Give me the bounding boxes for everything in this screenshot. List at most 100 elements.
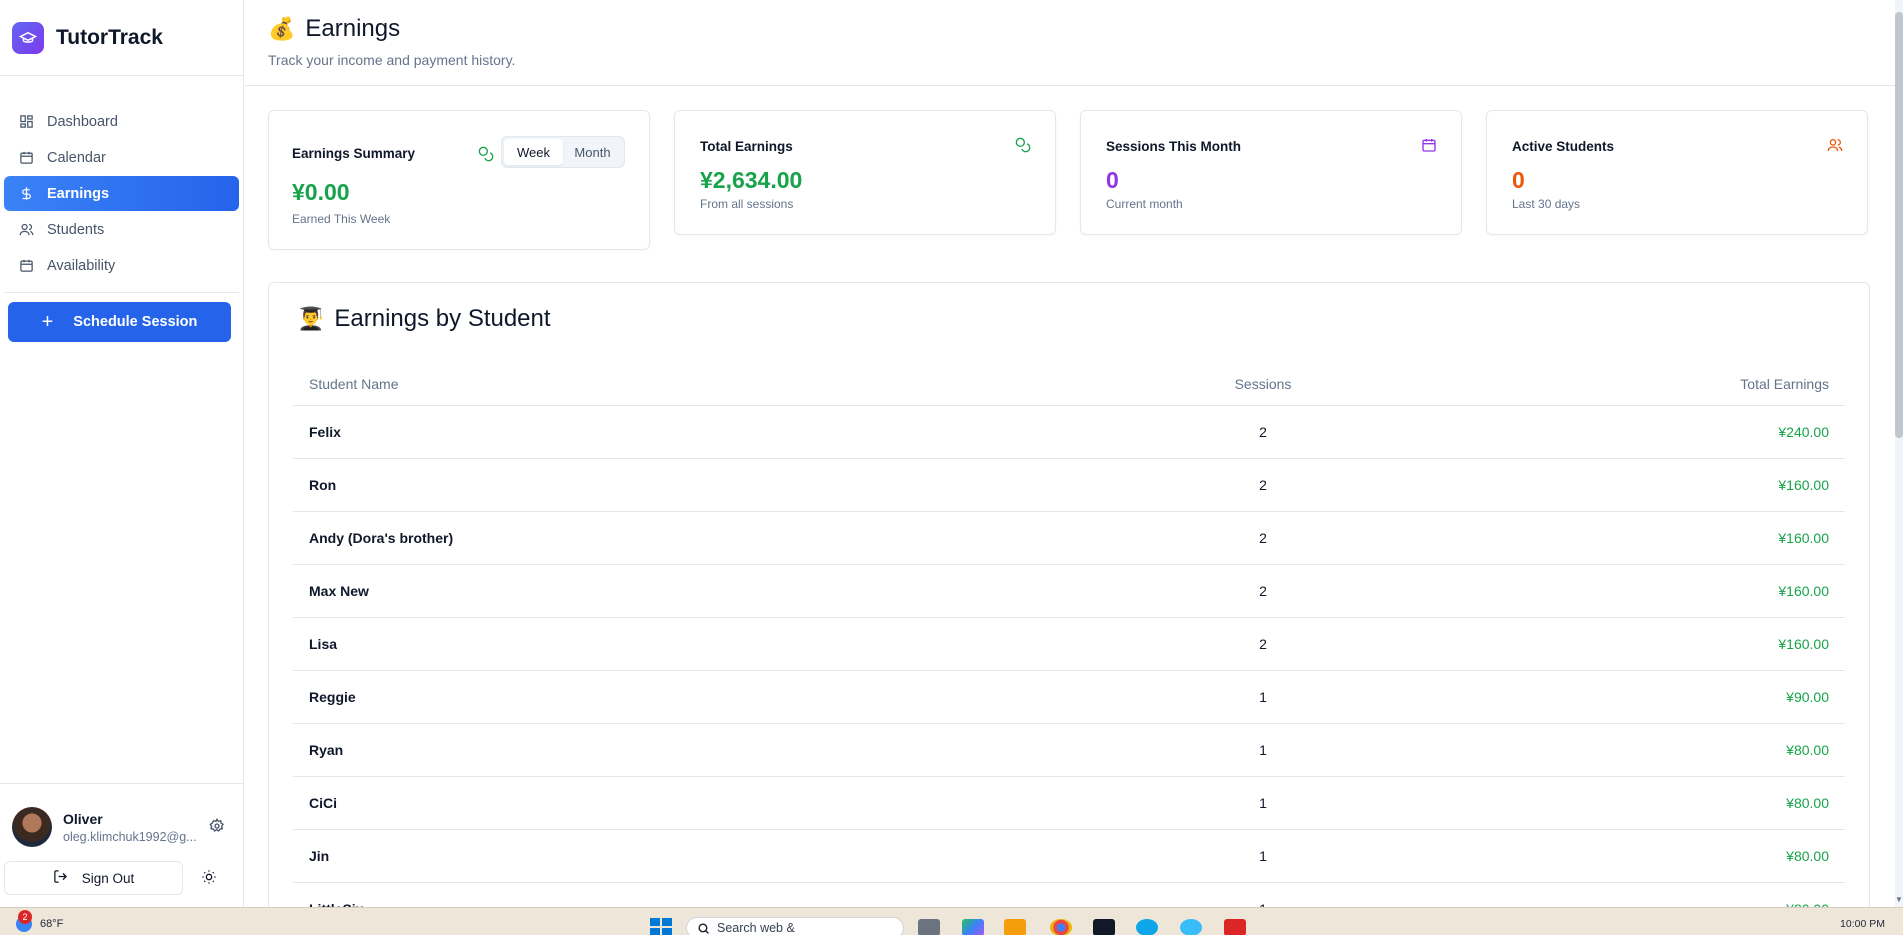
student-name-cell: CiCi [293,776,1147,830]
pdf-reader-icon[interactable] [1224,919,1246,935]
card-subtitle: Current month [1106,197,1183,211]
taskbar-search-placeholder: Search web & [717,921,795,935]
user-profile[interactable]: Oliver oleg.klimchuk1992@g... [0,806,244,848]
toggle-week[interactable]: Week [504,139,563,165]
windows-start-icon[interactable] [650,918,672,935]
earnings-by-student-card: 👨‍🎓 Earnings by Student Student Name Ses… [268,282,1870,935]
scroll-down-arrow-icon[interactable]: ▼ [1895,895,1903,907]
card-title: Active Students [1512,139,1615,154]
total-earnings-cell: ¥90.00 [1379,670,1845,724]
avatar [12,807,52,847]
sessions-cell: 1 [1146,670,1380,724]
table-row[interactable]: Reggie 1 ¥90.00 [293,670,1845,724]
telegram-icon[interactable] [1180,919,1202,935]
student-name-cell: Ryan [293,723,1147,777]
user-panel: Oliver oleg.klimchuk1992@g... Sign Out [0,783,244,907]
search-icon [698,922,709,934]
gear-icon[interactable] [209,818,227,836]
app-icon[interactable] [1136,919,1158,935]
os-taskbar: 2 68°F Search web & 10:00 PM [0,907,1903,935]
money-bag-icon: 💰 [268,16,296,41]
dashboard-grid-icon [16,112,36,132]
main-content: 💰 Earnings Track your income and payment… [245,0,1895,935]
sidebar-nav: Dashboard Calendar Earnings Students Ava… [0,76,243,342]
copilot-icon[interactable] [962,919,984,935]
total-earnings-cell: ¥80.00 [1379,829,1845,883]
card-subtitle: From all sessions [700,197,794,211]
sessions-cell: 1 [1146,776,1380,830]
card-title: Total Earnings [700,139,793,154]
user-name: Oliver [63,810,103,827]
weather-widget[interactable]: 2 68°F [16,910,63,932]
notification-badge: 2 [18,910,32,924]
page-title: 💰 Earnings [268,15,1895,43]
chrome-icon[interactable] [1050,919,1072,935]
student-name-cell: Jin [293,829,1147,883]
card-value: 0 [1512,167,1525,193]
file-explorer-icon[interactable] [1004,919,1026,935]
student-name-cell: Lisa [293,617,1147,671]
total-earnings-card: Total Earnings ¥2,634.00 From all sessio… [674,110,1056,235]
column-header-total[interactable]: Total Earnings [1379,363,1845,406]
schedule-session-label: Schedule Session [73,314,198,330]
plus-icon: + [41,311,54,333]
total-earnings-cell: ¥160.00 [1379,511,1845,565]
column-header-student[interactable]: Student Name [293,363,1147,406]
dollar-icon [16,184,36,204]
card-value: 0 [1106,167,1119,193]
table-row[interactable]: Lisa 2 ¥160.00 [293,617,1845,671]
earnings-table: Student Name Sessions Total Earnings Fel… [293,363,1845,935]
student-name-cell: Ron [293,458,1147,512]
user-email: oleg.klimchuk1992@g... [63,829,197,844]
period-toggle: Week Month [501,136,625,168]
table-row[interactable]: Ryan 1 ¥80.00 [293,723,1845,777]
clock[interactable]: 10:00 PM [1840,918,1885,930]
taskbar-search[interactable]: Search web & [686,917,904,935]
sidebar-item-label: Calendar [47,149,106,166]
calendar-icon [1421,137,1437,158]
total-earnings-cell: ¥80.00 [1379,776,1845,830]
student-name-cell: Felix [293,405,1147,459]
table-row[interactable]: Felix 2 ¥240.00 [293,405,1845,459]
active-students-card: Active Students 0 Last 30 days [1486,110,1868,235]
sidebar-item-dashboard[interactable]: Dashboard [4,104,239,139]
student-name-cell: Andy (Dora's brother) [293,511,1147,565]
table-row[interactable]: CiCi 1 ¥80.00 [293,776,1845,830]
schedule-session-button[interactable]: + Schedule Session [8,302,231,342]
sidebar-item-label: Students [47,221,105,238]
scroll-thumb[interactable] [1895,12,1903,438]
coins-icon [478,146,494,167]
sessions-month-card: Sessions This Month 0 Current month [1080,110,1462,235]
page-subtitle: Track your income and payment history. [268,52,516,68]
task-view-icon[interactable] [918,919,940,935]
sessions-cell: 1 [1146,829,1380,883]
app-name: TutorTrack [56,25,163,49]
sessions-cell: 2 [1146,511,1380,565]
graduation-cap-icon [12,21,44,54]
sidebar-item-students[interactable]: Students [4,212,239,247]
section-title-text: Earnings by Student [334,305,551,332]
card-title: Sessions This Month [1106,139,1242,154]
toggle-month[interactable]: Month [563,139,622,165]
table-row[interactable]: Ron 2 ¥160.00 [293,458,1845,512]
users-icon [16,220,36,240]
card-value: ¥2,634.00 [700,167,803,193]
table-row[interactable]: Jin 1 ¥80.00 [293,829,1845,883]
table-header-row: Student Name Sessions Total Earnings [293,363,1845,406]
table-row[interactable]: Max New 2 ¥160.00 [293,564,1845,618]
sun-icon[interactable] [201,869,219,887]
sidebar-item-availability[interactable]: Availability [4,248,239,283]
sidebar-item-label: Availability [47,257,116,274]
student-icon: 👨‍🎓 [297,306,325,331]
brand[interactable]: TutorTrack [0,0,243,76]
page-scrollbar[interactable]: ▼ [1895,0,1903,907]
table-row[interactable]: Andy (Dora's brother) 2 ¥160.00 [293,511,1845,565]
sidebar-item-calendar[interactable]: Calendar [4,140,239,175]
column-header-sessions[interactable]: Sessions [1146,363,1380,406]
sidebar-item-earnings[interactable]: Earnings [4,176,239,211]
sign-out-button[interactable]: Sign Out [4,861,183,895]
sign-out-label: Sign Out [81,870,135,886]
coins-icon [1015,137,1031,158]
terminal-icon[interactable] [1093,919,1115,935]
earnings-summary-card: Earnings Summary Week Month ¥0.00 Earned… [268,110,650,250]
